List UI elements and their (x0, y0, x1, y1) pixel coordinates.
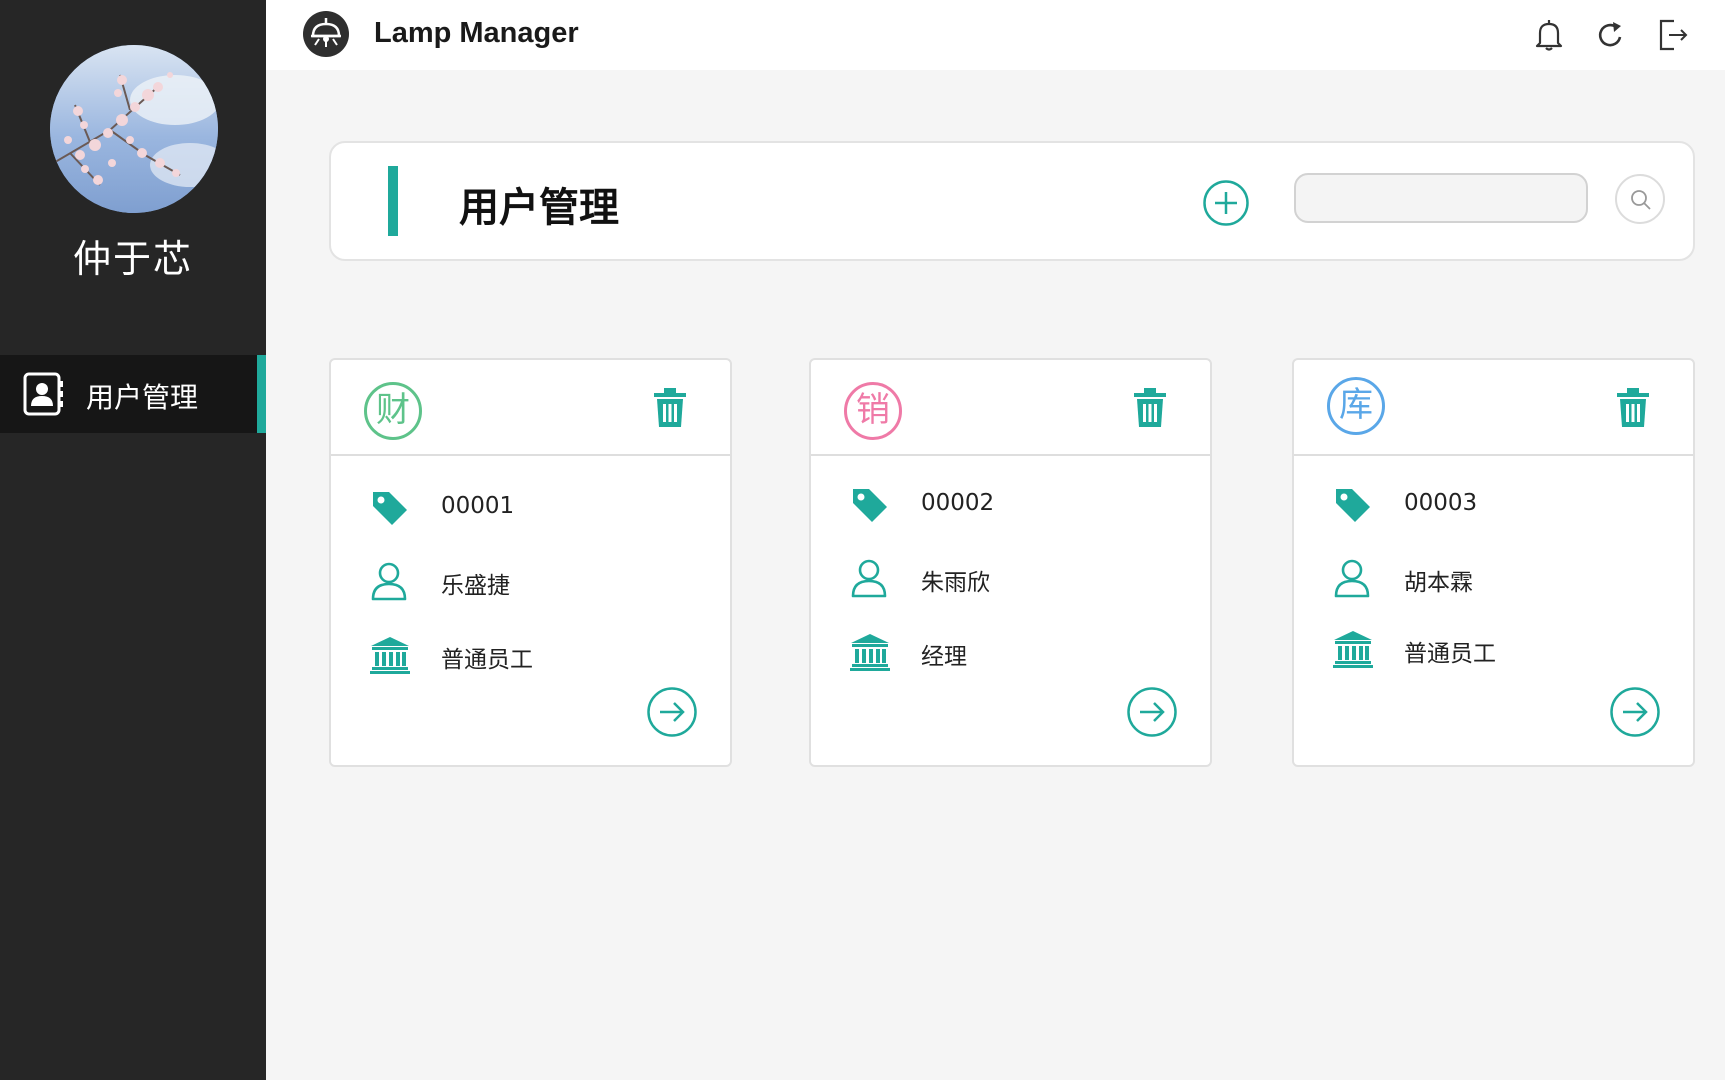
app-root: 仲于芯 用户管理 Lamp Manager 用户管理 财 00001 乐盛捷 普… (0, 0, 1725, 1080)
trash-icon[interactable] (652, 387, 688, 429)
user-role-row: 普通员工 (1294, 623, 1693, 673)
user-role: 普通员工 (1404, 641, 1496, 667)
department-badge: 财 (364, 382, 422, 440)
tag-icon (853, 489, 887, 522)
user-icon (851, 559, 887, 598)
search-icon (1631, 190, 1651, 210)
search-button[interactable] (1615, 174, 1665, 224)
user-name-row: 朱雨欣 (811, 552, 1210, 602)
department-badge: 销 (844, 382, 902, 440)
user-role-row: 经理 (811, 626, 1210, 676)
arrow-right-circle-icon[interactable] (1609, 686, 1661, 738)
contact-book-icon (23, 372, 63, 416)
user-name: 胡本霖 (1404, 570, 1473, 596)
sidebar: 仲于芯 用户管理 (0, 0, 266, 1080)
user-icon (1334, 559, 1370, 598)
sidebar-item-label: 用户管理 (86, 381, 199, 414)
avatar[interactable] (50, 45, 218, 213)
arrow-right-circle-icon[interactable] (1126, 686, 1178, 738)
user-card: 库 00003 胡本霖 普通员工 (1292, 358, 1695, 767)
user-id-row: 00001 (331, 482, 730, 532)
user-role: 普通员工 (441, 647, 533, 673)
search-input[interactable] (1294, 173, 1588, 223)
lamp-icon (303, 11, 349, 57)
user-name: 乐盛捷 (441, 573, 510, 599)
arrow-right-circle-icon[interactable] (646, 686, 698, 738)
logout-icon[interactable] (1656, 18, 1690, 52)
tag-icon (1336, 489, 1370, 522)
app-title: Lamp Manager (374, 17, 579, 49)
user-role-row: 普通员工 (331, 629, 730, 679)
user-id: 00003 (1404, 490, 1478, 516)
user-icon (371, 562, 407, 601)
top-bar: Lamp Manager (266, 0, 1725, 70)
user-name-row: 胡本霖 (1294, 552, 1693, 602)
user-name-row: 乐盛捷 (331, 555, 730, 605)
card-header: 财 (331, 360, 730, 456)
profile-name: 仲于芯 (72, 237, 193, 281)
card-header: 销 (811, 360, 1210, 456)
institution-icon (850, 634, 890, 671)
user-id-row: 00003 (1294, 479, 1693, 529)
user-card: 销 00002 朱雨欣 经理 (809, 358, 1212, 767)
refresh-icon[interactable] (1594, 18, 1628, 52)
sidebar-item-user-management[interactable]: 用户管理 (0, 355, 266, 433)
department-badge: 库 (1327, 377, 1385, 435)
user-id-row: 00002 (811, 479, 1210, 529)
card-header: 库 (1294, 360, 1693, 456)
user-card: 财 00001 乐盛捷 普通员工 (329, 358, 732, 767)
add-user-button[interactable] (1202, 179, 1250, 227)
trash-icon[interactable] (1615, 387, 1651, 429)
page-title: 用户管理 (459, 185, 619, 231)
header-accent-bar (388, 166, 398, 236)
user-role: 经理 (921, 644, 967, 670)
page-header-card: 用户管理 (329, 141, 1695, 261)
user-id: 00002 (921, 490, 995, 516)
institution-icon (370, 637, 410, 674)
trash-icon[interactable] (1132, 387, 1168, 429)
user-id: 00001 (441, 493, 515, 519)
bell-icon[interactable] (1532, 18, 1566, 52)
user-name: 朱雨欣 (921, 570, 990, 596)
institution-icon (1333, 631, 1373, 668)
tag-icon (373, 492, 407, 525)
